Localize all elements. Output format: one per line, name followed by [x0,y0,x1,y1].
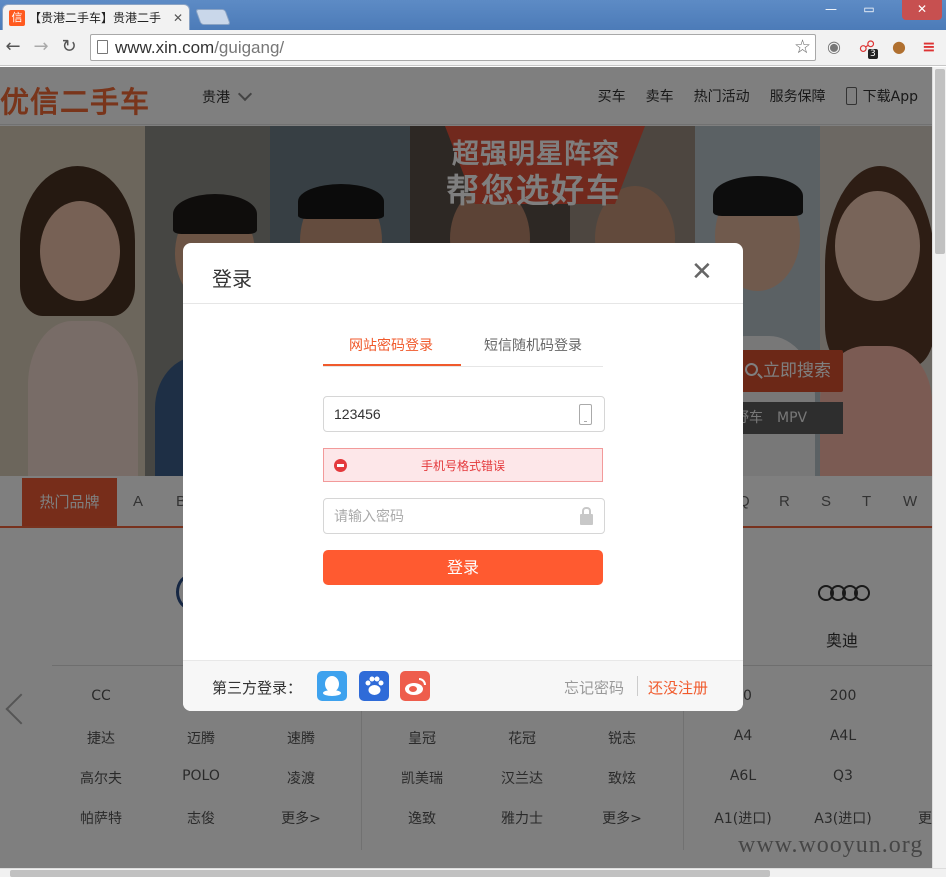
divider [183,303,743,304]
horizontal-scrollbar[interactable] [0,868,946,877]
scrollbar-thumb[interactable] [10,870,770,877]
login-tabs: 网站密码登录 短信随机码登录 [323,333,603,367]
lock-icon [580,507,593,525]
close-icon[interactable]: ✕ [691,259,713,285]
forward-icon[interactable]: → [30,35,52,59]
register-link[interactable]: 还没注册 [648,677,708,698]
error-text: 手机号格式错误 [420,459,505,473]
scrollbar-thumb[interactable] [935,69,945,254]
maximize-icon[interactable]: ▭ [858,0,880,20]
login-submit-button[interactable]: 登录 [323,550,603,585]
tab-password-login[interactable]: 网站密码登录 [349,335,433,355]
baidu-login-icon[interactable] [359,671,389,701]
password-input[interactable] [334,506,564,526]
phone-field[interactable] [323,396,605,432]
browser-tabstrip: 信 【贵港二手车】贵港二手 ✕ — ▭ ✕ [0,0,946,30]
menu-icon[interactable]: ≡ [918,36,940,58]
password-field[interactable] [323,498,605,534]
url-text: www.xin.com/guigang/ [115,38,285,57]
modal-title: 登录 [212,267,252,291]
qq-login-icon[interactable] [317,671,347,701]
error-message: 手机号格式错误 [323,448,603,482]
watermark: www.wooyun.org [738,832,924,858]
reload-icon[interactable]: ↻ [58,35,80,59]
browser-toolbar: ← → ↻ www.xin.com/guigang/ ☆ ◉ ☍ 3 ● ≡ [0,30,946,66]
cookie-icon[interactable]: ● [888,36,910,58]
modal-footer: 第三方登录： 忘记密码 还没注册 [183,660,743,711]
tab-sms-login[interactable]: 短信随机码登录 [484,335,582,355]
weibo-login-icon[interactable] [400,671,430,701]
extension-badge: 3 [868,49,878,59]
address-bar[interactable]: www.xin.com/guigang/ ☆ [90,34,816,61]
back-icon[interactable]: ← [2,35,24,59]
third-party-login-label: 第三方登录： [212,679,303,697]
bookmark-star-icon[interactable]: ☆ [794,36,811,58]
extension-circle-icon[interactable]: ◉ [823,36,845,58]
vertical-scrollbar[interactable] [932,67,946,869]
mobile-phone-icon [579,404,592,425]
minimize-icon[interactable]: — [820,0,842,20]
tab-close-icon[interactable]: ✕ [173,11,183,25]
window-close-icon[interactable]: ✕ [902,0,942,20]
active-tab-indicator [323,364,461,366]
phone-input[interactable] [334,404,564,424]
extension-share-icon[interactable]: ☍ 3 [856,36,878,59]
browser-tab[interactable]: 信 【贵港二手车】贵港二手 ✕ [2,4,190,30]
page-icon [97,40,108,54]
new-tab-button[interactable] [195,9,231,25]
site-favicon: 信 [9,9,25,26]
tab-title: 【贵港二手车】贵港二手 [29,11,162,25]
forgot-password-link[interactable]: 忘记密码 [564,677,624,698]
divider [637,676,638,696]
login-modal: 登录 ✕ 网站密码登录 短信随机码登录 手机号格式错误 登录 第三方登录： 忘记… [183,243,743,711]
